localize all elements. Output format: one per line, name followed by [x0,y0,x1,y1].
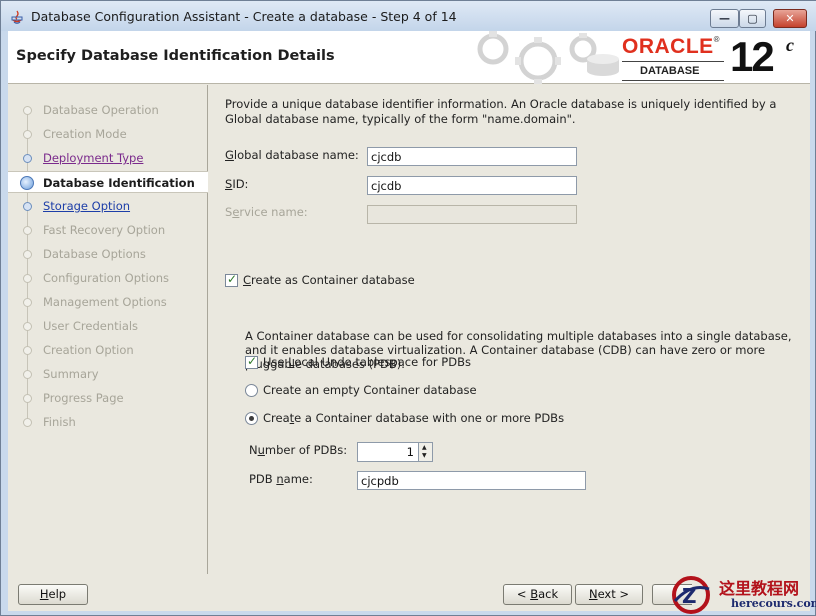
step-item[interactable]: Storage Option [8,195,208,217]
step-label: Management Options [43,295,167,309]
step-status-icon [23,370,32,379]
num-pdbs-value: 1 [406,445,414,459]
num-pdbs-spinner[interactable]: 1 ▲ ▼ [357,442,433,462]
maximize-button[interactable]: ▢ [739,9,766,28]
local-undo-checkbox[interactable]: ✓ [245,354,258,369]
intro-text: Provide a unique database identifier inf… [225,97,777,126]
step-item: Database Options [8,243,208,265]
step-item: Database Identification [8,171,208,193]
pdb-name-input[interactable] [357,471,586,490]
logo-version-suffix: c [786,35,794,55]
watermark-cn-text: 这里教程网 [719,579,800,598]
site-watermark: Z 这里教程网 herecours.com [669,573,816,616]
step-label: Database Identification [43,176,195,190]
empty-cdb-label[interactable]: Create an empty Container database [263,383,477,397]
step-status-icon [23,226,32,235]
step-status-icon [23,346,32,355]
container-db-checkbox[interactable]: ✓ [225,272,238,287]
step-item: Database Operation [8,99,208,121]
pdb-name-label: PDB name: [249,472,313,486]
step-status-icon [23,394,32,403]
watermark-url-text: herecours.com [731,597,816,610]
num-pdbs-label: Number of PDBs: [249,443,348,457]
step-label: Configuration Options [43,271,170,285]
step-item: Creation Option [8,339,208,361]
step-label: User Credentials [43,319,139,333]
step-status-icon [23,322,32,331]
java-app-icon [11,10,23,24]
spinner-arrows[interactable]: ▲ ▼ [418,443,432,461]
global-db-name-label: Global database name: [225,148,359,162]
cdb-with-pdbs-label[interactable]: Create a Container database with one or … [263,411,564,425]
step-status-icon [23,154,32,163]
step-status-icon [23,202,32,211]
step-item: Progress Page [8,387,208,409]
step-item[interactable]: Deployment Type [8,147,208,169]
step-label: Finish [43,415,76,429]
step-label: Creation Option [43,343,134,357]
step-item: Summary [8,363,208,385]
step-status-icon [23,250,32,259]
checkmark-icon: ✓ [227,272,238,286]
help-button[interactable]: Help [18,584,88,605]
minimize-button[interactable]: — [710,9,739,28]
title-bar: Database Configuration Assistant - Creat… [1,1,816,31]
checkmark-icon: ✓ [247,354,258,368]
spinner-down-icon[interactable]: ▼ [422,453,427,459]
gears-decoration-icon [477,31,619,84]
container-db-checkbox-label[interactable]: Create as Container database [243,273,415,287]
logo-brand: ORACLE® [622,35,721,58]
step-status-icon [23,130,32,139]
step-item: Finish [8,411,208,433]
dialog-content: Specify Database Identification Details [8,31,810,611]
step-status-icon [23,106,32,115]
main-panel: Provide a unique database identifier inf… [209,85,810,574]
service-name-label: Service name: [225,205,308,219]
step-item: Management Options [8,291,208,313]
step-label: Deployment Type [43,151,144,165]
step-item: Creation Mode [8,123,208,145]
logo-rule-top [622,61,724,62]
step-status-icon [20,176,34,190]
maximize-icon: ▢ [747,12,758,25]
logo-version: 12 [730,33,775,80]
step-label: Database Options [43,247,146,261]
close-icon: ✕ [785,12,795,25]
logo-rule-bottom [622,80,724,81]
page-title: Specify Database Identification Details [16,48,335,64]
sid-input[interactable] [367,176,577,195]
spinner-up-icon[interactable]: ▲ [422,445,427,451]
sid-label: SID: [225,177,249,191]
minimize-icon: — [719,12,730,25]
next-button[interactable]: Next > [575,584,643,605]
step-item: Configuration Options [8,267,208,289]
window-title: Database Configuration Assistant - Creat… [31,9,457,24]
step-label: Database Operation [43,103,159,117]
step-status-icon [23,418,32,427]
page-header: Specify Database Identification Details [8,31,810,84]
step-label: Progress Page [43,391,124,405]
step-label: Creation Mode [43,127,127,141]
step-label: Summary [43,367,99,381]
step-status-icon [23,274,32,283]
step-item: User Credentials [8,315,208,337]
watermark-logo-icon: Z [672,576,710,614]
step-label: Fast Recovery Option [43,223,166,237]
oracle-database-12c-logo: ORACLE® DATABASE 12 c [620,33,806,81]
global-db-name-input[interactable] [367,147,577,166]
steps-sidebar: Database Operation Creation Mode Deploymen… [8,85,208,574]
logo-product: DATABASE [640,65,700,77]
service-name-input [367,205,577,224]
step-status-icon [23,298,32,307]
dbca-window: Database Configuration Assistant - Creat… [0,0,816,616]
step-item: Fast Recovery Option [8,219,208,241]
svg-text:Z: Z [682,584,697,608]
empty-cdb-radio[interactable] [245,384,258,397]
close-button[interactable]: ✕ [773,9,807,28]
local-undo-label[interactable]: Use Local Undo tablespace for PDBs [263,355,471,369]
cdb-with-pdbs-radio[interactable] [245,412,258,425]
back-button[interactable]: < Back [503,584,572,605]
step-label: Storage Option [43,199,131,213]
